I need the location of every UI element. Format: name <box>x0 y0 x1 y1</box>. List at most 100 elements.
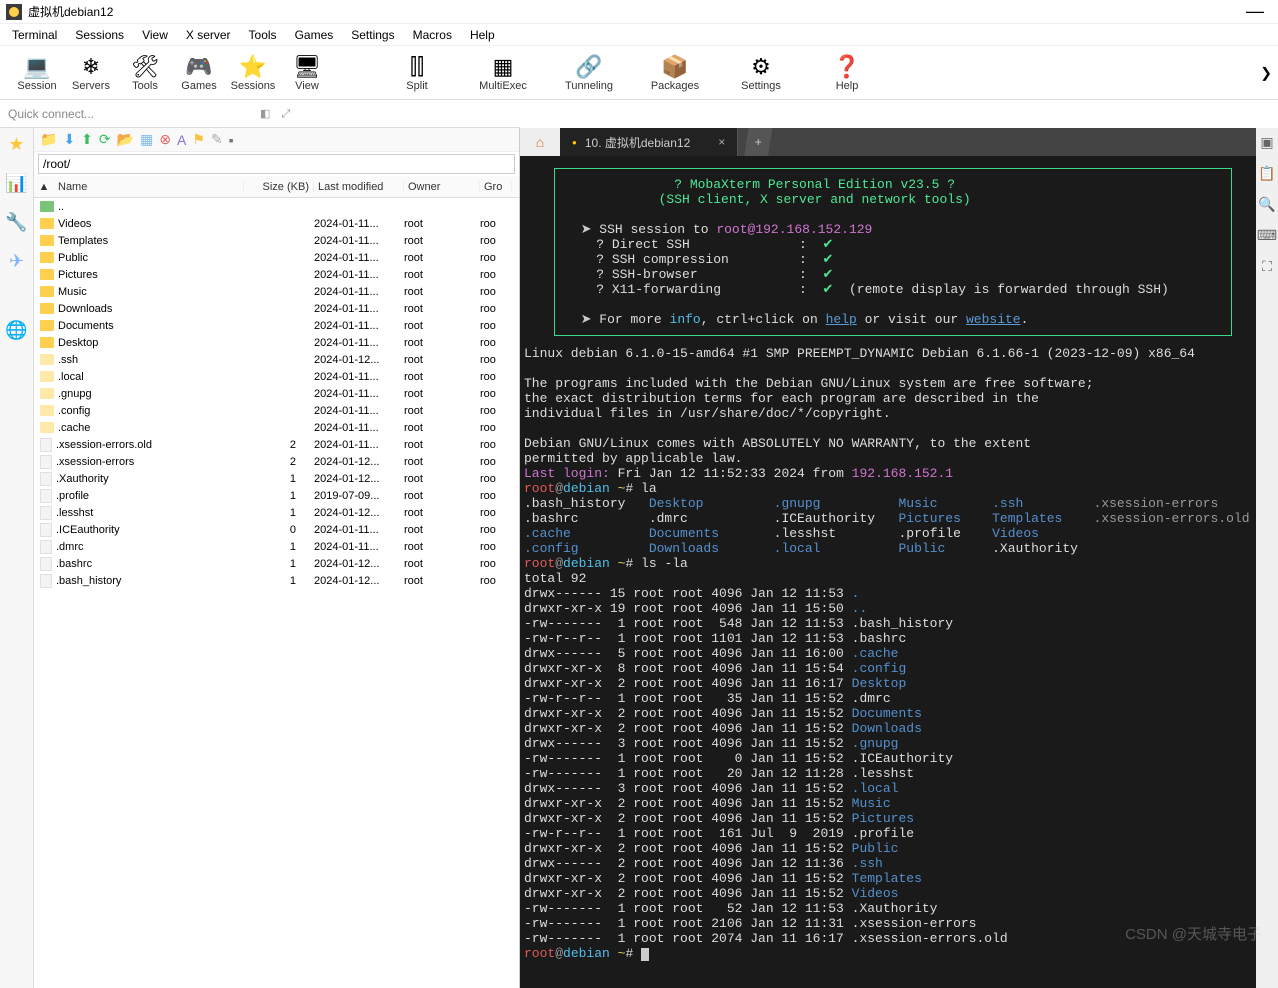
edit-icon[interactable]: ✎ <box>211 131 223 148</box>
upload-icon[interactable]: ⬆ <box>81 131 93 148</box>
menu-games[interactable]: Games <box>287 26 342 44</box>
tool-servers[interactable]: ❄Servers <box>64 54 118 92</box>
file-row[interactable]: Documents2024-01-11...rootroo <box>34 317 519 334</box>
terminal-icon[interactable]: ▪ <box>229 132 234 148</box>
file-row[interactable]: .profile12019-07-09...rootroo <box>34 487 519 504</box>
new-tab-button[interactable]: + <box>744 128 772 156</box>
session-icon: 💻 <box>23 54 50 80</box>
tools-icon: 🛠 <box>131 54 159 80</box>
tool-view[interactable]: 🖥View <box>280 54 334 92</box>
refresh2-icon[interactable]: ⟳ <box>99 131 111 148</box>
menu-macros[interactable]: Macros <box>405 26 460 44</box>
macro-icon[interactable]: 🔧 <box>5 212 27 233</box>
tool-help[interactable]: ❓Help <box>820 54 874 92</box>
col-owner[interactable]: Owner <box>404 181 480 193</box>
file-row[interactable]: Pictures2024-01-11...rootroo <box>34 266 519 283</box>
quick-connect-expand-icon[interactable]: ◧ ⤢ <box>260 107 512 121</box>
bookmark-icon[interactable]: ⚑ <box>192 131 205 148</box>
tool-split[interactable]: ⫿⫿Split <box>390 54 444 92</box>
download-icon[interactable]: ⬇ <box>63 131 75 148</box>
home-tab[interactable]: ⌂ <box>520 128 560 156</box>
home-icon: ⌂ <box>536 134 544 150</box>
star-icon[interactable]: ★ <box>8 134 24 155</box>
term-fullscreen-icon[interactable]: ⛶ <box>1262 258 1272 275</box>
tab-label: 10. 虚拟机debian12 <box>585 134 690 151</box>
tab-session[interactable]: ● 10. 虚拟机debian12 × <box>560 128 738 156</box>
term-paste-icon[interactable]: 📋 <box>1258 165 1275 182</box>
quick-connect-bar[interactable]: Quick connect... ◧ ⤢ <box>0 100 520 128</box>
tool-session[interactable]: 💻Session <box>10 54 64 92</box>
col-group[interactable]: Gro <box>480 181 512 193</box>
games-icon: 🎮 <box>185 54 212 80</box>
file-row[interactable]: Videos2024-01-11...rootroo <box>34 215 519 232</box>
file-row[interactable]: .gnupg2024-01-11...rootroo <box>34 385 519 402</box>
term-search-icon[interactable]: 🔍 <box>1258 196 1275 213</box>
col-name[interactable]: Name <box>54 181 244 193</box>
tab-close-icon[interactable]: × <box>718 135 725 149</box>
file-row[interactable]: .cache2024-01-11...rootroo <box>34 419 519 436</box>
menu-terminal[interactable]: Terminal <box>4 26 65 44</box>
file-row[interactable]: Templates2024-01-11...rootroo <box>34 232 519 249</box>
file-row[interactable]: Music2024-01-11...rootroo <box>34 283 519 300</box>
file-row[interactable]: .bashrc12024-01-12...rootroo <box>34 555 519 572</box>
file-row[interactable]: .. <box>34 198 519 215</box>
titlebar: 虚拟机debian12 — <box>0 0 1278 24</box>
tool-games[interactable]: 🎮Games <box>172 54 226 92</box>
refresh-icon[interactable]: 📁 <box>40 131 57 148</box>
file-row[interactable]: .xsession-errors22024-01-12...rootroo <box>34 453 519 470</box>
tool-settings[interactable]: ⚙Settings <box>734 54 788 92</box>
send-icon[interactable]: ✈ <box>9 251 24 272</box>
tool-multiexec[interactable]: ▦MultiExec <box>476 54 530 92</box>
file-list-header: ▲ Name Size (KB) Last modified Owner Gro <box>34 176 519 198</box>
file-row[interactable]: Desktop2024-01-11...rootroo <box>34 334 519 351</box>
globe-icon[interactable]: 🌐 <box>5 320 27 341</box>
tool-tools[interactable]: 🛠Tools <box>118 54 172 92</box>
tool-tunneling[interactable]: 🔗Tunneling <box>562 54 616 92</box>
toolbar-expand-icon[interactable]: ❯ <box>1260 64 1272 81</box>
view-icon: 🖥 <box>293 54 321 80</box>
file-toolbar: 📁 ⬇ ⬆ ⟳ 📂 ▦ ⊗ A ⚑ ✎ ▪ <box>34 128 519 152</box>
file-row[interactable]: .lesshst12024-01-12...rootroo <box>34 504 519 521</box>
terminal-output[interactable]: ? MobaXterm Personal Edition v23.5 ? (SS… <box>520 156 1256 988</box>
newfolder-icon[interactable]: 📂 <box>117 131 134 148</box>
help-icon: ❓ <box>833 54 860 80</box>
multiexec-icon: ▦ <box>493 54 514 80</box>
sort-indicator[interactable]: ▲ <box>34 181 54 193</box>
menu-view[interactable]: View <box>134 26 176 44</box>
tool-sessions[interactable]: ⭐Sessions <box>226 54 280 92</box>
term-keyboard-icon[interactable]: ⌨ <box>1257 227 1277 244</box>
stats-icon[interactable]: 📊 <box>5 173 27 194</box>
menu-help[interactable]: Help <box>462 26 503 44</box>
menu-sessions[interactable]: Sessions <box>67 26 132 44</box>
quick-connect-placeholder: Quick connect... <box>8 107 260 121</box>
menu-tools[interactable]: Tools <box>241 26 285 44</box>
col-size[interactable]: Size (KB) <box>244 181 314 193</box>
file-row[interactable]: .ICEauthority02024-01-11...rootroo <box>34 521 519 538</box>
term-dock-icon[interactable]: ▣ <box>1260 134 1273 151</box>
select-icon[interactable]: A <box>177 132 186 148</box>
file-row[interactable]: .Xauthority12024-01-12...rootroo <box>34 470 519 487</box>
file-row[interactable]: .xsession-errors.old22024-01-11...rootro… <box>34 436 519 453</box>
file-row[interactable]: .bash_history12024-01-12...rootroo <box>34 572 519 589</box>
minimize-button[interactable]: — <box>1238 1 1272 22</box>
file-list[interactable]: ..Videos2024-01-11...rootrooTemplates202… <box>34 198 519 988</box>
tool-packages[interactable]: 📦Packages <box>648 54 702 92</box>
left-tool-rail: ★ 📊 🔧 ✈ 🌐 <box>0 128 34 988</box>
path-input[interactable] <box>38 154 515 174</box>
settings-icon: ⚙ <box>751 54 771 80</box>
file-row[interactable]: .local2024-01-11...rootroo <box>34 368 519 385</box>
tab-strip: ⌂ ● 10. 虚拟机debian12 × + <box>520 128 1256 156</box>
file-row[interactable]: Downloads2024-01-11...rootroo <box>34 300 519 317</box>
menu-x-server[interactable]: X server <box>178 26 239 44</box>
delete-icon[interactable]: ⊗ <box>159 131 171 148</box>
file-row[interactable]: .config2024-01-11...rootroo <box>34 402 519 419</box>
file-row[interactable]: Public2024-01-11...rootroo <box>34 249 519 266</box>
newfile-icon[interactable]: ▦ <box>140 131 153 148</box>
window-title: 虚拟机debian12 <box>28 3 113 20</box>
path-bar <box>34 152 519 176</box>
file-row[interactable]: .dmrc12024-01-11...rootroo <box>34 538 519 555</box>
menu-settings[interactable]: Settings <box>343 26 402 44</box>
terminal-sidebar: ▣ 📋 🔍 ⌨ ⛶ <box>1256 128 1278 988</box>
file-row[interactable]: .ssh2024-01-12...rootroo <box>34 351 519 368</box>
col-date[interactable]: Last modified <box>314 181 404 193</box>
